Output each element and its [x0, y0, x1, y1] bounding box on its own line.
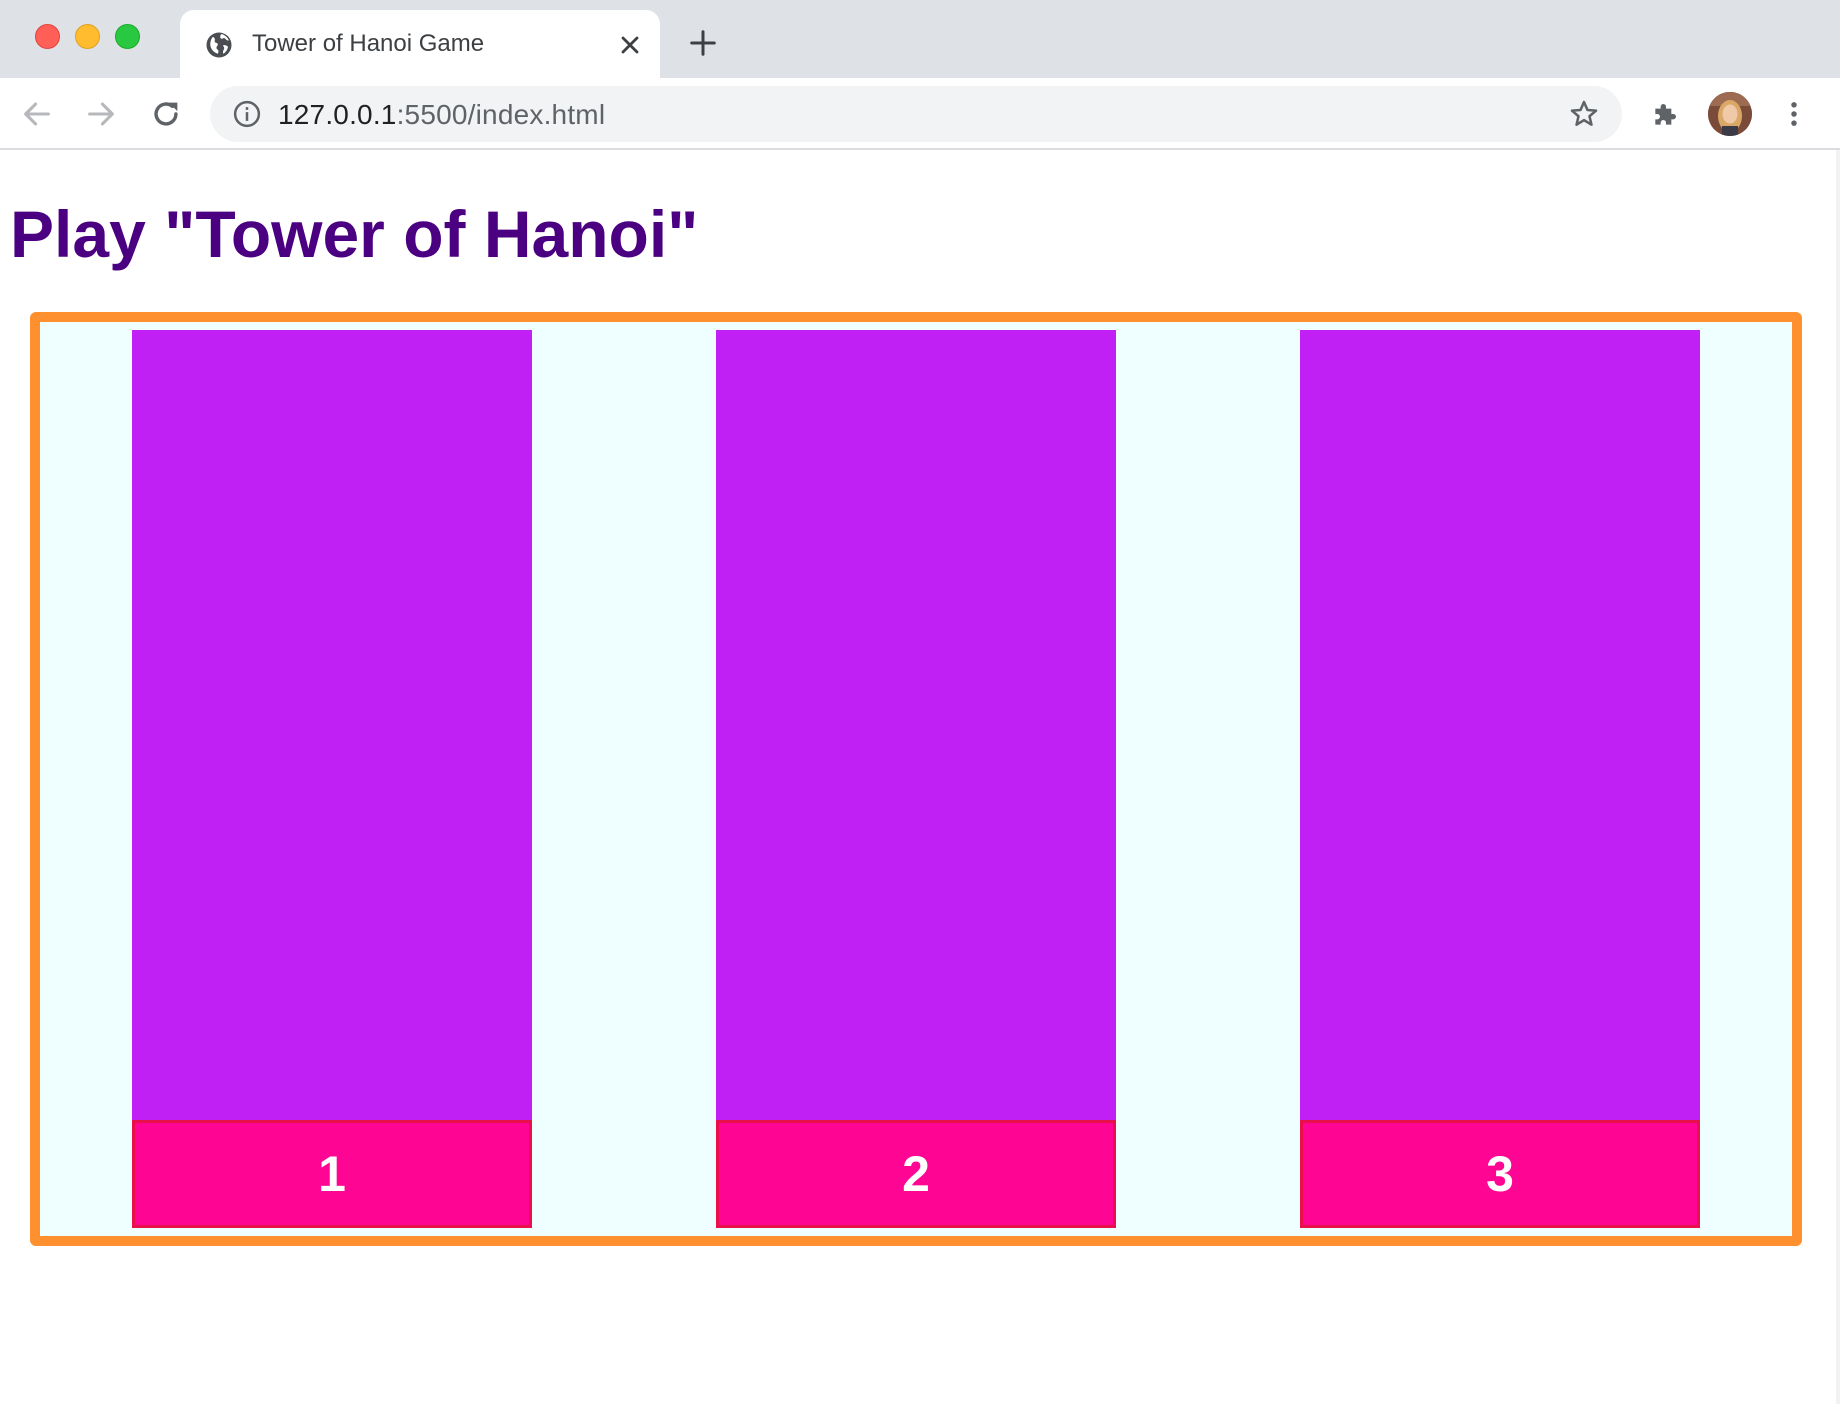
browser-tab-active[interactable]: Tower of Hanoi Game — [180, 10, 660, 78]
tower-1[interactable]: 1 — [132, 330, 532, 1228]
close-icon[interactable] — [616, 31, 644, 59]
back-arrow-icon[interactable] — [20, 97, 54, 131]
globe-icon — [206, 32, 232, 58]
more-vertical-icon[interactable] — [1780, 98, 1808, 130]
tower-base-1[interactable]: 1 — [132, 1120, 532, 1228]
window-right-edge — [1836, 150, 1840, 1404]
url-path: :5500/index.html — [396, 99, 606, 130]
tower-base-2[interactable]: 2 — [716, 1120, 1116, 1228]
tower-3[interactable]: 3 — [1300, 330, 1700, 1228]
profile-avatar[interactable] — [1708, 92, 1752, 136]
page-content: Play "Tower of Hanoi" 1 2 3 — [0, 150, 1840, 1404]
forward-arrow-icon[interactable] — [84, 97, 118, 131]
tab-title: Tower of Hanoi Game — [252, 30, 485, 57]
window-maximize-button[interactable] — [115, 24, 140, 49]
url-host: 127.0.0.1 — [278, 99, 397, 130]
window-close-button[interactable] — [35, 24, 60, 49]
browser-tab-strip: Tower of Hanoi Game — [0, 0, 1840, 78]
url-text[interactable]: 127.0.0.1:5500/index.html — [278, 99, 605, 131]
reload-icon[interactable] — [149, 97, 183, 131]
browser-toolbar: 127.0.0.1:5500/index.html — [0, 78, 1840, 150]
new-tab-plus-icon[interactable] — [688, 28, 718, 58]
avatar-image — [1708, 92, 1752, 136]
game-board: 1 2 3 — [30, 312, 1802, 1246]
address-bar[interactable]: 127.0.0.1:5500/index.html — [210, 86, 1622, 142]
window-minimize-button[interactable] — [75, 24, 100, 49]
tower-base-3[interactable]: 3 — [1300, 1120, 1700, 1228]
bookmark-star-icon[interactable] — [1568, 98, 1600, 130]
extensions-puzzle-icon[interactable] — [1650, 98, 1682, 130]
tower-2[interactable]: 2 — [716, 330, 1116, 1228]
page-title: Play "Tower of Hanoi" — [10, 197, 699, 271]
info-icon[interactable] — [232, 99, 262, 129]
